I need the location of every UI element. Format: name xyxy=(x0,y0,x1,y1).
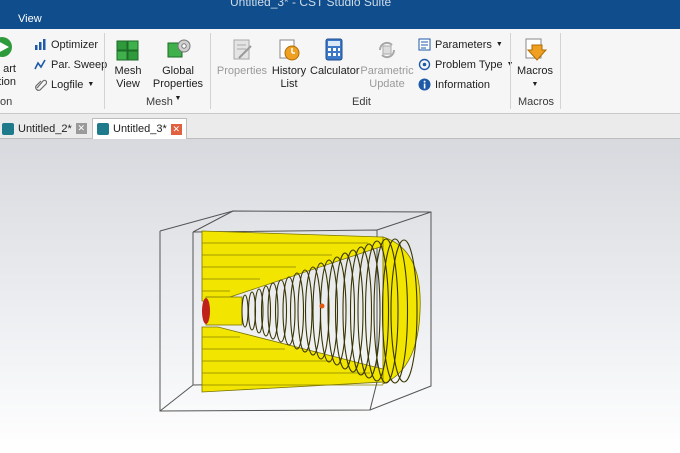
parametric-update-label-line2: Update xyxy=(369,78,405,90)
properties-icon xyxy=(233,39,252,60)
port-face xyxy=(202,298,210,324)
mesh-group-label: Mesh xyxy=(146,96,173,108)
tab-label: Untitled_3* xyxy=(113,123,167,135)
start-label-line1: art xyxy=(3,63,16,75)
macros-icon xyxy=(525,38,547,61)
global-properties-button[interactable]: Global Properties ▼ xyxy=(150,37,206,105)
global-properties-icon xyxy=(167,39,191,58)
calculator-button[interactable]: Calculator xyxy=(310,37,360,78)
history-list-label-line1: History xyxy=(271,65,307,77)
chevron-down-icon: ▼ xyxy=(531,81,539,88)
problem-type-icon xyxy=(418,58,431,71)
ribbon-separator xyxy=(560,33,561,109)
3d-viewport[interactable] xyxy=(0,139,680,453)
ribbon: art ation on Optimizer Par. Sweep Logfil… xyxy=(0,29,680,114)
menu-bar: View xyxy=(0,11,680,29)
history-list-label-line2: List xyxy=(280,78,298,90)
mesh-view-button[interactable]: Mesh View xyxy=(110,37,146,91)
optimizer-button[interactable]: Optimizer xyxy=(34,38,98,51)
optimizer-icon xyxy=(35,39,46,50)
problem-type-button[interactable]: Problem Type ▼ xyxy=(418,58,514,71)
history-list-icon xyxy=(279,39,300,61)
chevron-down-icon: ▼ xyxy=(495,41,503,48)
simulation-group-label: on xyxy=(0,96,13,108)
ribbon-separator xyxy=(510,33,511,109)
menu-view[interactable]: View xyxy=(18,13,42,25)
parameters-button[interactable]: Parameters ▼ xyxy=(418,38,503,51)
close-icon[interactable]: ✕ xyxy=(75,123,87,134)
document-icon xyxy=(2,122,14,135)
chevron-down-icon: ▼ xyxy=(174,95,182,102)
par-sweep-label: Par. Sweep xyxy=(51,58,108,71)
horn-body xyxy=(201,230,421,393)
parametric-update-label-line1: Parametric xyxy=(360,65,414,77)
origin-marker xyxy=(319,303,325,309)
properties-label: Properties xyxy=(216,65,268,77)
history-list-button[interactable]: History List xyxy=(270,37,308,91)
document-tab-bar: Untitled_2* ✕ Untitled_3* ✕ xyxy=(0,114,680,139)
macros-button[interactable]: Macros ▼ xyxy=(516,37,554,91)
chevron-down-icon: ▼ xyxy=(87,81,95,88)
close-icon[interactable]: ✕ xyxy=(170,123,182,135)
calculator-icon xyxy=(325,38,343,61)
tab-label: Untitled_2* xyxy=(18,122,72,135)
start-simulation-button[interactable]: art ation xyxy=(0,35,16,89)
logfile-label: Logfile xyxy=(51,78,84,91)
parametric-update-button[interactable]: Parametric Update xyxy=(360,37,414,91)
optimizer-label: Optimizer xyxy=(51,38,99,51)
title-bar: Untitled_3* - CST Studio Suite xyxy=(0,0,680,11)
information-button[interactable]: Information xyxy=(418,78,490,91)
information-label: Information xyxy=(435,78,491,91)
macros-group-label: Macros xyxy=(518,96,555,108)
tab-untitled-2[interactable]: Untitled_2* ✕ xyxy=(0,118,91,139)
calculator-label: Calculator xyxy=(310,65,360,77)
logfile-icon xyxy=(35,79,47,91)
logfile-button[interactable]: Logfile ▼ xyxy=(34,78,94,91)
mesh-view-label-line1: Mesh xyxy=(114,65,142,77)
problem-type-label: Problem Type xyxy=(435,58,503,71)
ribbon-separator xyxy=(210,33,211,109)
horn-antenna-model xyxy=(159,210,432,412)
macros-label: Macros xyxy=(516,65,554,77)
par-sweep-icon xyxy=(34,59,46,70)
start-label-line2: ation xyxy=(0,76,16,88)
parameters-icon xyxy=(418,38,431,51)
window-title: Untitled_3* - CST Studio Suite xyxy=(230,0,392,9)
par-sweep-button[interactable]: Par. Sweep xyxy=(34,58,107,71)
mesh-view-icon xyxy=(116,40,139,61)
tab-untitled-3[interactable]: Untitled_3* ✕ xyxy=(92,118,187,139)
mesh-view-label-line2: View xyxy=(116,78,140,90)
properties-button[interactable]: Properties xyxy=(216,37,268,78)
parametric-update-icon xyxy=(378,41,396,59)
information-icon xyxy=(418,78,431,91)
document-icon xyxy=(97,123,109,135)
waveguide-feed xyxy=(205,296,243,326)
ribbon-separator xyxy=(104,33,105,109)
parameters-label: Parameters xyxy=(435,38,492,51)
global-properties-label-line1: Global xyxy=(162,65,194,77)
edit-group-label: Edit xyxy=(352,96,371,108)
play-icon xyxy=(0,37,12,57)
